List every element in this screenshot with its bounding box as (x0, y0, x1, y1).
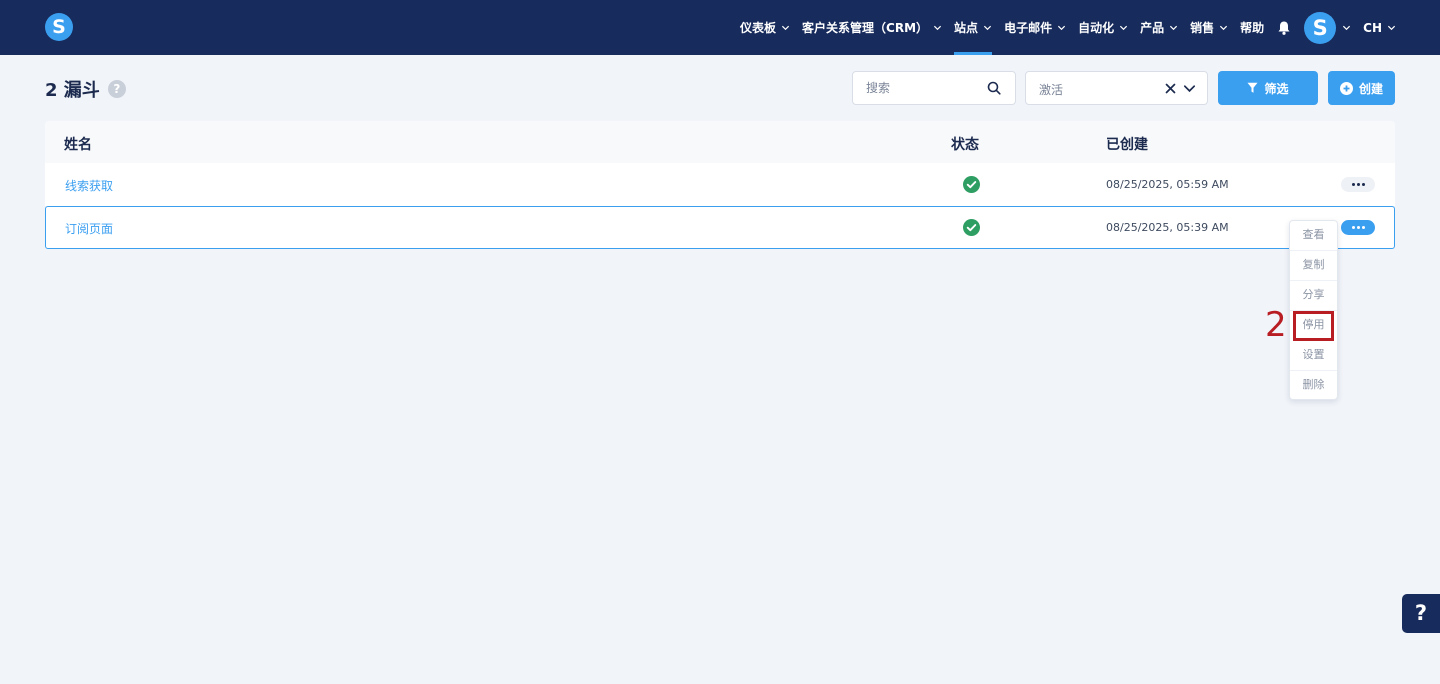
funnel-name-link[interactable]: 线索获取 (65, 177, 113, 194)
nav-help-label: 帮助 (1240, 21, 1265, 35)
chevron-down-icon (781, 25, 790, 31)
table-header: 姓名 状态 已创建 (45, 121, 1395, 163)
chevron-down-icon (1220, 25, 1228, 31)
main-nav: 仪表板 客户关系管理（CRM） 站点 电子邮件 自动化 产品 销售 帮助 S C… (728, 0, 1396, 55)
top-navbar: S 仪表板 客户关系管理（CRM） 站点 电子邮件 自动化 产品 销售 帮助 S… (0, 0, 1440, 55)
create-button[interactable]: 创建 (1328, 71, 1395, 105)
created-date: 08/25/2025, 05:59 AM (1106, 178, 1229, 191)
help-button[interactable]: ? (1402, 594, 1440, 633)
check-circle-icon (963, 219, 980, 236)
more-dots-icon (1351, 226, 1366, 229)
nav-sales[interactable]: 销售 (1190, 0, 1228, 55)
menu-item-settings[interactable]: 设置 (1290, 341, 1337, 371)
table-row[interactable]: 线索获取 08/25/2025, 05:59 AM (45, 163, 1395, 206)
status-filter-value: 激活 (1039, 83, 1064, 97)
check-circle-icon (963, 176, 980, 193)
chevron-down-icon (1058, 25, 1066, 31)
user-avatar[interactable]: S (1304, 11, 1337, 44)
plus-circle-icon (1339, 81, 1353, 95)
nav-dashboard-label: 仪表板 (740, 21, 777, 35)
language-switcher[interactable]: CH (1363, 0, 1396, 55)
funnels-table: 姓名 状态 已创建 线索获取 08/25/2025, 05:59 AM 订阅页面… (45, 121, 1395, 249)
app-logo[interactable]: S (45, 13, 73, 41)
chevron-down-icon (1387, 25, 1396, 31)
menu-item-deactivate[interactable]: 停用 (1293, 311, 1334, 341)
search-icon[interactable] (987, 81, 1001, 95)
filter-button-label: 筛选 (1264, 81, 1289, 96)
table-row[interactable]: 订阅页面 08/25/2025, 05:39 AM (45, 206, 1395, 249)
nav-help[interactable]: 帮助 (1240, 0, 1264, 55)
bell-icon[interactable] (1276, 20, 1292, 36)
chevron-down-icon[interactable] (1342, 23, 1351, 32)
nav-dashboard[interactable]: 仪表板 (740, 0, 790, 55)
funnel-name-link[interactable]: 订阅页面 (65, 220, 113, 237)
nav-crm[interactable]: 客户关系管理（CRM） (802, 0, 942, 55)
menu-item-delete[interactable]: 删除 (1290, 371, 1337, 401)
chevron-down-icon (1120, 25, 1128, 31)
nav-automation[interactable]: 自动化 (1078, 0, 1128, 55)
row-actions-menu: 查看 复制 分享 停用 设置 删除 (1289, 220, 1338, 400)
menu-item-share[interactable]: 分享 (1290, 281, 1337, 311)
step-annotation-label: 2 (1265, 305, 1287, 345)
page-title-text: 2 漏斗 (45, 80, 100, 101)
chevron-down-icon (1170, 25, 1178, 31)
nav-sites[interactable]: 站点 (954, 0, 993, 55)
page-title: 2 漏斗 ? (45, 76, 126, 102)
nav-sites-label: 站点 (954, 21, 979, 35)
column-header-name[interactable]: 姓名 (64, 134, 92, 154)
chevron-down-icon (933, 25, 942, 31)
row-actions-button[interactable] (1341, 220, 1375, 235)
create-button-label: 创建 (1358, 81, 1383, 96)
chevron-down-icon (983, 25, 992, 31)
nav-products-label: 产品 (1140, 21, 1165, 35)
help-tooltip-icon[interactable]: ? (107, 80, 126, 98)
search-box (852, 71, 1016, 105)
row-actions-button[interactable] (1341, 177, 1375, 192)
language-label: CH (1363, 20, 1382, 35)
column-header-created[interactable]: 已创建 (1106, 134, 1148, 154)
column-header-status[interactable]: 状态 (951, 134, 979, 154)
nav-sales-label: 销售 (1190, 21, 1215, 35)
nav-automation-label: 自动化 (1078, 21, 1115, 35)
nav-email-label: 电子邮件 (1004, 21, 1053, 35)
filter-button[interactable]: 筛选 (1218, 71, 1318, 105)
menu-item-duplicate[interactable]: 复制 (1290, 251, 1337, 281)
more-dots-icon (1351, 183, 1366, 186)
filter-icon (1247, 82, 1258, 93)
nav-crm-label: 客户关系管理（CRM） (802, 21, 929, 35)
status-filter-select[interactable]: 激活 (1025, 71, 1208, 105)
nav-products[interactable]: 产品 (1140, 0, 1178, 55)
search-input[interactable] (853, 72, 973, 104)
created-date: 08/25/2025, 05:39 AM (1106, 221, 1229, 234)
menu-item-view[interactable]: 查看 (1290, 221, 1337, 251)
clear-icon[interactable] (1164, 82, 1177, 95)
chevron-down-icon[interactable] (1183, 82, 1196, 95)
nav-email[interactable]: 电子邮件 (1004, 0, 1066, 55)
